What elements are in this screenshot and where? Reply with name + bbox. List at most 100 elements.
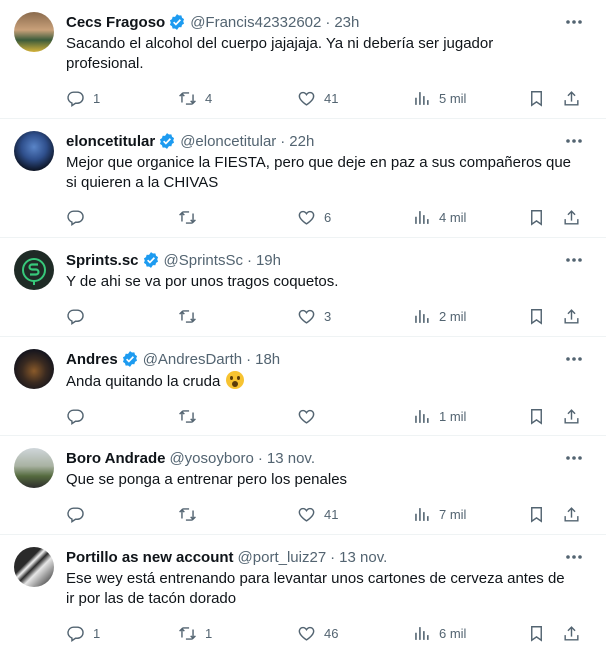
tweet-timestamp[interactable]: 13 nov. xyxy=(339,549,387,566)
tweet-header: eloncetitular @eloncetitular · 22h xyxy=(66,131,594,151)
tweet-cecs-fragoso[interactable]: Cecs Fragoso @Francis42332602 · 23h Saca… xyxy=(0,0,606,119)
reply-button[interactable] xyxy=(66,304,93,328)
user-handle[interactable]: @Francis42332602 xyxy=(190,14,321,31)
avatar[interactable] xyxy=(14,349,54,389)
bookmark-button[interactable] xyxy=(527,205,546,229)
speech-bubble-icon xyxy=(67,308,84,325)
tweet-portillo[interactable]: Portillo as new account @port_luiz27 · 1… xyxy=(0,535,606,658)
views-button[interactable]: 1 mil xyxy=(412,404,466,428)
avatar[interactable] xyxy=(14,131,54,171)
retweet-button[interactable]: 1 xyxy=(178,621,212,645)
share-button[interactable] xyxy=(562,621,581,645)
avatar[interactable] xyxy=(14,547,54,587)
share-button[interactable] xyxy=(562,404,581,428)
reply-count: 1 xyxy=(93,625,101,641)
share-button[interactable] xyxy=(562,502,581,526)
bar-chart-icon xyxy=(415,409,429,423)
retweet-button[interactable] xyxy=(178,502,205,526)
retweet-arrows-icon xyxy=(179,210,196,224)
views-button[interactable]: 6 mil xyxy=(412,621,466,645)
views-button[interactable]: 4 mil xyxy=(412,205,466,229)
bookmark-button[interactable] xyxy=(527,304,546,328)
separator-dot: · xyxy=(325,13,331,31)
bookmark-button[interactable] xyxy=(527,86,546,110)
bar-chart-icon xyxy=(415,210,429,224)
bookmark-icon xyxy=(531,625,542,642)
bookmark-button[interactable] xyxy=(527,621,546,645)
views-count: 6 mil xyxy=(439,625,467,641)
tweet-timestamp[interactable]: 23h xyxy=(334,14,359,31)
separator-dot: · xyxy=(246,251,252,269)
more-options-icon[interactable] xyxy=(562,545,586,569)
like-button[interactable]: 3 xyxy=(297,304,331,328)
more-options-icon[interactable] xyxy=(562,129,586,153)
display-name[interactable]: Portillo as new account xyxy=(66,549,234,566)
share-button[interactable] xyxy=(562,304,581,328)
more-options-icon[interactable] xyxy=(562,446,586,470)
separator-dot: · xyxy=(330,548,336,566)
display-name[interactable]: Boro Andrade xyxy=(66,450,165,467)
retweet-arrows-icon xyxy=(179,409,196,423)
tweet-eloncetitular[interactable]: eloncetitular @eloncetitular · 22h Mejor… xyxy=(0,119,606,238)
more-options-icon[interactable] xyxy=(562,248,586,272)
tweet-header: Cecs Fragoso @Francis42332602 · 23h xyxy=(66,12,594,32)
avatar[interactable] xyxy=(14,448,54,488)
display-name[interactable]: eloncetitular xyxy=(66,133,155,150)
user-handle[interactable]: @port_luiz27 xyxy=(238,549,327,566)
user-handle[interactable]: @AndresDarth xyxy=(143,351,242,368)
retweet-button[interactable] xyxy=(178,304,205,328)
like-button[interactable]: 6 xyxy=(297,205,331,229)
views-count: 4 mil xyxy=(439,209,467,225)
user-handle[interactable]: @SprintsSc xyxy=(164,252,243,269)
views-button[interactable]: 2 mil xyxy=(412,304,466,328)
display-name[interactable]: Cecs Fragoso xyxy=(66,14,165,31)
like-button[interactable] xyxy=(297,404,324,428)
avatar[interactable] xyxy=(14,250,54,290)
reply-button[interactable] xyxy=(66,502,93,526)
tweet-actions: 1 mil xyxy=(66,398,594,436)
tweet-text: Anda quitando la cruda xyxy=(66,373,221,390)
reply-button[interactable]: 1 xyxy=(66,621,100,645)
bar-chart-icon xyxy=(415,309,429,323)
more-options-icon[interactable] xyxy=(562,347,586,371)
views-button[interactable]: 5 mil xyxy=(412,86,466,110)
reply-button[interactable]: 1 xyxy=(66,86,100,110)
reply-button[interactable] xyxy=(66,404,93,428)
more-options-icon[interactable] xyxy=(562,10,586,34)
views-count: 7 mil xyxy=(439,506,467,522)
reply-count: 1 xyxy=(93,90,101,106)
share-upload-icon xyxy=(564,625,579,641)
tweet-text: Sacando el alcohol del cuerpo jajajaja. … xyxy=(66,35,494,72)
views-button[interactable]: 7 mil xyxy=(412,502,466,526)
bookmark-icon xyxy=(531,90,542,107)
share-button[interactable] xyxy=(562,205,581,229)
user-handle[interactable]: @yosoyboro xyxy=(169,450,253,467)
like-button[interactable]: 41 xyxy=(297,502,338,526)
tweet-actions: 1 1 46 6 mil xyxy=(66,615,594,653)
separator-dot: · xyxy=(246,350,252,368)
heart-icon xyxy=(298,91,315,106)
like-button[interactable]: 46 xyxy=(297,621,338,645)
tweet-timestamp[interactable]: 22h xyxy=(289,133,314,150)
display-name[interactable]: Sprints.sc xyxy=(66,252,139,269)
retweet-button[interactable] xyxy=(178,205,205,229)
like-button[interactable]: 41 xyxy=(297,86,338,110)
heart-icon xyxy=(298,309,315,324)
bookmark-button[interactable] xyxy=(527,502,546,526)
bookmark-button[interactable] xyxy=(527,404,546,428)
tweet-andres[interactable]: Andres @AndresDarth · 18h Anda quitando … xyxy=(0,337,606,436)
tweet-timestamp[interactable]: 19h xyxy=(256,252,281,269)
avatar[interactable] xyxy=(14,12,54,52)
tweet-boro-andrade[interactable]: Boro Andrade @yosoyboro · 13 nov. Que se… xyxy=(0,436,606,535)
tweet-timestamp[interactable]: 18h xyxy=(255,351,280,368)
retweet-button[interactable]: 4 xyxy=(178,86,212,110)
share-button[interactable] xyxy=(562,86,581,110)
share-upload-icon xyxy=(564,308,579,324)
display-name[interactable]: Andres xyxy=(66,351,118,368)
tweet-sprints-sc[interactable]: Sprints.sc @SprintsSc · 19h Y de ahi se … xyxy=(0,238,606,337)
user-handle[interactable]: @eloncetitular xyxy=(180,133,276,150)
tweet-timestamp[interactable]: 13 nov. xyxy=(267,450,315,467)
retweet-arrows-icon xyxy=(179,309,196,323)
retweet-button[interactable] xyxy=(178,404,205,428)
reply-button[interactable] xyxy=(66,205,93,229)
